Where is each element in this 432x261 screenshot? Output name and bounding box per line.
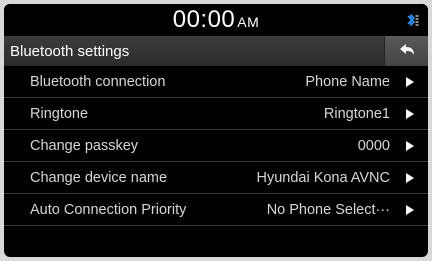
head-unit-screen: 00:00 AM Bluetooth settings Bluetooth con… — [4, 4, 428, 257]
clock-ampm: AM — [237, 14, 260, 30]
setting-value: No Phone Select··· — [266, 202, 390, 218]
page-header: Bluetooth settings — [4, 36, 428, 66]
setting-value: Ringtone1 — [323, 106, 390, 122]
setting-label: Change device name — [30, 170, 168, 186]
setting-label: Ringtone — [30, 106, 89, 122]
setting-ringtone[interactable]: Ringtone Ringtone1 — [4, 98, 428, 130]
clock-time: 00:00 — [172, 6, 236, 33]
back-button[interactable] — [384, 36, 428, 66]
chevron-right-icon — [406, 205, 414, 215]
chevron-right-icon — [406, 173, 414, 183]
page-title: Bluetooth settings — [10, 43, 130, 60]
setting-label: Bluetooth connection — [30, 74, 166, 90]
setting-label: Change passkey — [30, 138, 139, 154]
back-arrow-icon — [400, 44, 414, 55]
setting-change-device-name[interactable]: Change device name Hyundai Kona AVNC — [4, 162, 428, 194]
setting-value: Phone Name — [305, 74, 390, 90]
setting-auto-connection-priority[interactable]: Auto Connection Priority No Phone Select… — [4, 194, 428, 226]
chevron-right-icon — [406, 109, 414, 119]
settings-list: Bluetooth connection Phone Name Ringtone… — [4, 66, 428, 226]
setting-change-passkey[interactable]: Change passkey 0000 — [4, 130, 428, 162]
setting-label: Auto Connection Priority — [30, 202, 187, 218]
status-bar: 00:00 AM — [4, 4, 428, 36]
setting-bluetooth-connection[interactable]: Bluetooth connection Phone Name — [4, 66, 428, 98]
chevron-right-icon — [406, 141, 414, 151]
setting-value: 0000 — [357, 138, 390, 154]
chevron-right-icon — [406, 77, 414, 87]
clock: 00:00 AM — [4, 6, 428, 34]
setting-value: Hyundai Kona AVNC — [256, 170, 390, 186]
bluetooth-icon — [404, 12, 420, 28]
